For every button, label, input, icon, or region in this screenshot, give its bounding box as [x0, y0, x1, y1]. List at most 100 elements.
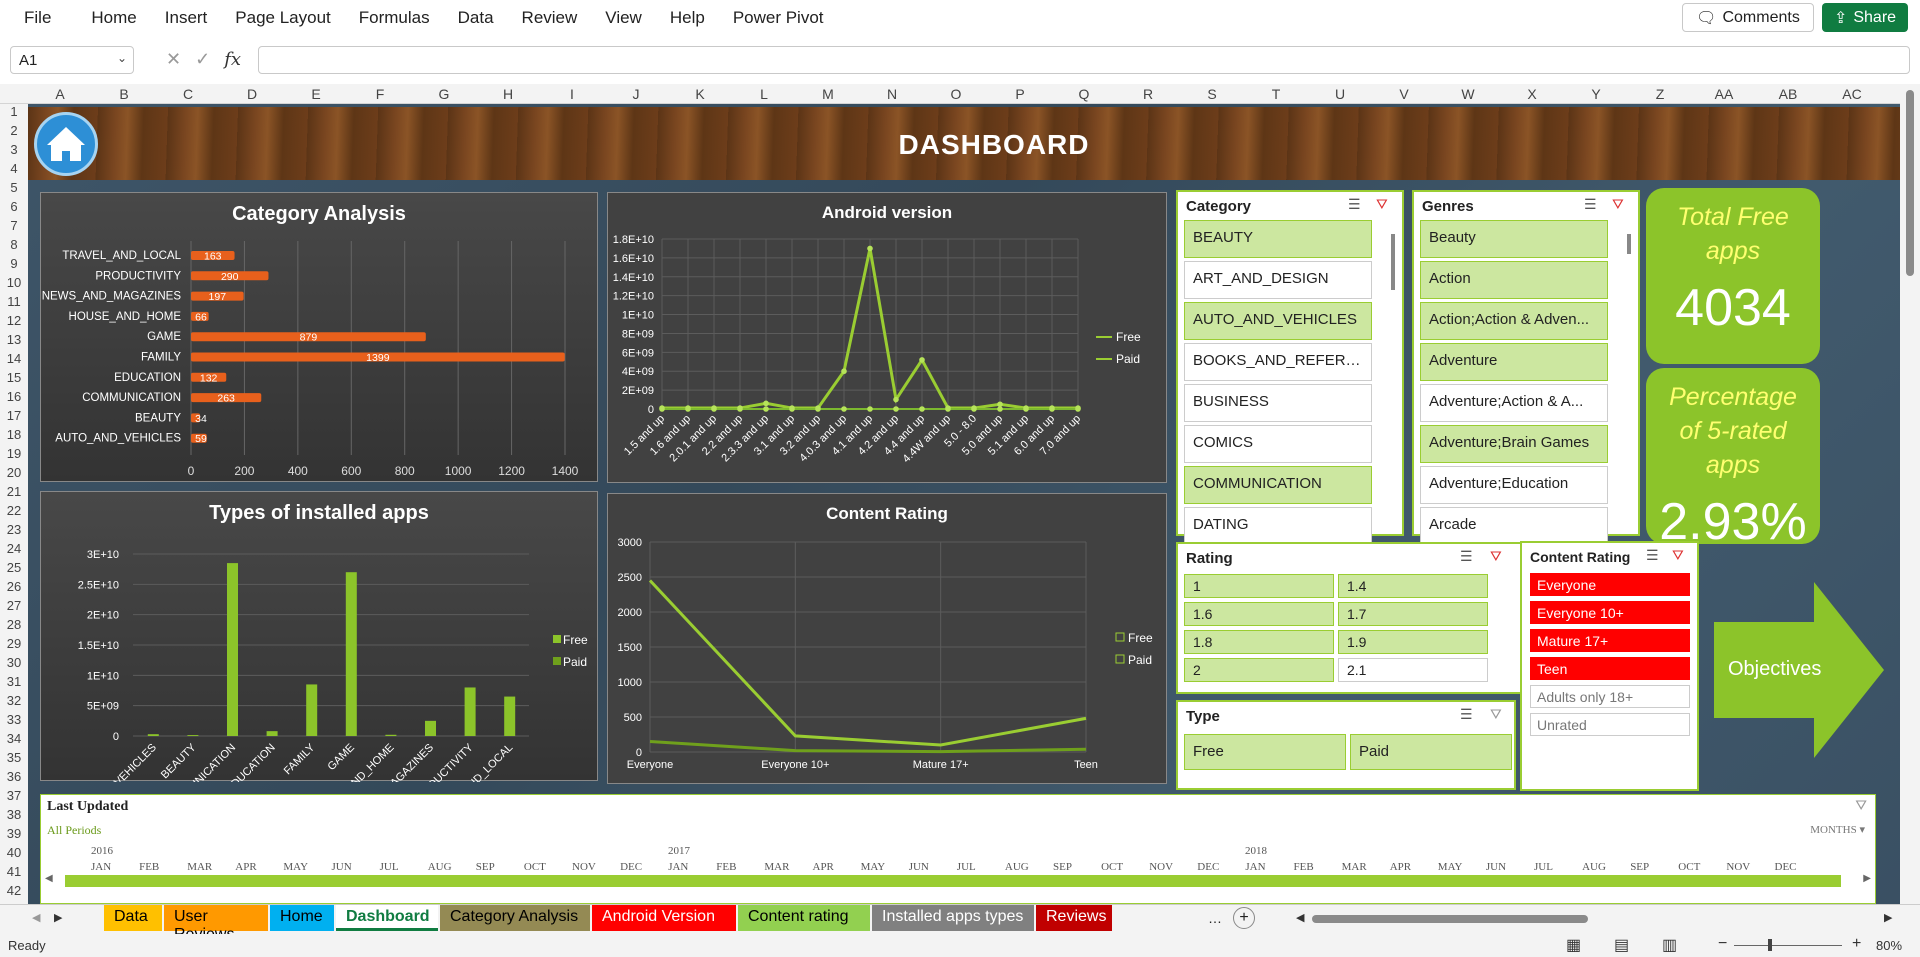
timeline-month[interactable]: JUL [380, 861, 399, 873]
column-header[interactable]: AC [1842, 86, 1861, 102]
column-header[interactable]: Z [1656, 86, 1665, 102]
column-header[interactable]: AA [1715, 86, 1734, 102]
slicer-item[interactable]: ART_AND_DESIGN [1184, 261, 1372, 299]
timeline-month[interactable]: JUN [909, 861, 929, 873]
sheet-tab[interactable]: Android Version [592, 905, 736, 931]
tab-data[interactable]: Data [444, 8, 508, 28]
slicer-item[interactable]: 2 [1184, 658, 1334, 682]
timeline-month[interactable]: AUG [1582, 861, 1606, 873]
scrollbar[interactable] [1627, 234, 1631, 254]
page-break-view-icon[interactable]: ▥ [1662, 935, 1677, 955]
timeline-month[interactable]: DEC [1775, 861, 1797, 873]
slicer-item[interactable]: Adventure;Education [1420, 466, 1608, 504]
zoom-in-icon[interactable]: + [1852, 935, 1861, 953]
slicer-item[interactable]: Beauty [1420, 220, 1608, 258]
column-header[interactable]: O [951, 86, 962, 102]
clear-filter-icon[interactable]: ⛛ [1376, 196, 1388, 213]
column-header[interactable]: L [760, 86, 768, 102]
last-updated-timeline[interactable]: Last Updated ⛛ All Periods MONTHS ▾ 2016… [40, 794, 1876, 904]
column-header[interactable]: W [1461, 86, 1474, 102]
content-rating-filter[interactable]: Content Rating ☰ ⛛ Everyone Everyone 10+ M… [1520, 541, 1699, 791]
slicer-item[interactable]: 1.7 [1338, 602, 1488, 626]
tab-view[interactable]: View [591, 8, 656, 28]
row-header[interactable]: 35 [0, 750, 28, 765]
comments-button[interactable]: 🗨 Comments [1682, 3, 1814, 32]
sheet-tab[interactable]: Installed apps types [872, 905, 1034, 931]
multi-select-icon[interactable]: ☰ [1460, 548, 1473, 565]
multi-select-icon[interactable]: ☰ [1460, 706, 1473, 723]
scroll-left-icon[interactable]: ◀ [45, 873, 53, 884]
slicer-item[interactable]: Adults only 18+ [1530, 685, 1690, 708]
row-header[interactable]: 1 [0, 104, 28, 119]
timeline-level-select[interactable]: MONTHS ▾ [1810, 823, 1865, 836]
row-header[interactable]: 21 [0, 484, 28, 499]
multi-select-icon[interactable]: ☰ [1584, 196, 1597, 213]
column-header[interactable]: X [1527, 86, 1536, 102]
slicer-item[interactable]: Adventure;Brain Games [1420, 425, 1608, 463]
scroll-thumb[interactable] [1906, 90, 1914, 276]
horizontal-scrollbar[interactable] [1312, 915, 1880, 923]
row-header[interactable]: 42 [0, 883, 28, 898]
data-point[interactable] [867, 406, 873, 412]
zoom-out-icon[interactable]: − [1718, 935, 1727, 953]
row-header[interactable]: 13 [0, 332, 28, 347]
timeline-month[interactable]: MAR [1342, 861, 1367, 873]
slicer-item[interactable]: BUSINESS [1184, 384, 1372, 422]
data-point[interactable] [711, 406, 717, 412]
slicer-item[interactable]: Mature 17+ [1530, 629, 1690, 652]
slicer-item[interactable]: 1.9 [1338, 630, 1488, 654]
slicer-item[interactable]: 1 [1184, 574, 1334, 598]
scroll-right-icon[interactable]: ▶ [1884, 911, 1892, 924]
column-header[interactable]: E [311, 86, 320, 102]
slicer-item[interactable]: Free [1184, 734, 1346, 770]
objectives-button[interactable]: Objectives [1714, 582, 1884, 758]
tab-formulas[interactable]: Formulas [345, 8, 444, 28]
slicer-item[interactable]: COMMUNICATION [1184, 466, 1372, 504]
formula-input[interactable] [258, 46, 1910, 74]
row-header[interactable]: 26 [0, 579, 28, 594]
slicer-item[interactable]: Action;Action & Adven... [1420, 302, 1608, 340]
timeline-month[interactable]: DEC [1197, 861, 1219, 873]
timeline-month[interactable]: MAY [1438, 861, 1463, 873]
row-header[interactable]: 24 [0, 541, 28, 556]
scroll-thumb[interactable] [1312, 915, 1588, 923]
slicer-item[interactable]: 2.1 [1338, 658, 1488, 682]
row-header[interactable]: 37 [0, 788, 28, 803]
bar[interactable] [425, 720, 436, 736]
slicer-item[interactable]: Arcade [1420, 507, 1608, 545]
column-header[interactable]: Y [1591, 86, 1600, 102]
data-point[interactable] [841, 406, 847, 412]
timeline-month[interactable]: FEB [1294, 861, 1314, 873]
sheet-tab[interactable]: Data [104, 905, 162, 931]
timeline-month[interactable]: OCT [1101, 861, 1123, 873]
bar[interactable] [464, 687, 476, 736]
data-point[interactable] [1023, 406, 1029, 412]
row-header[interactable]: 23 [0, 522, 28, 537]
row-header[interactable]: 41 [0, 864, 28, 879]
tab-page-layout[interactable]: Page Layout [221, 8, 344, 28]
row-header[interactable]: 12 [0, 313, 28, 328]
column-header[interactable]: Q [1079, 86, 1090, 102]
row-header[interactable]: 10 [0, 275, 28, 290]
slicer-item[interactable]: Unrated [1530, 713, 1690, 736]
slicer-item[interactable]: COMICS [1184, 425, 1372, 463]
slicer-item[interactable]: 1.6 [1184, 602, 1334, 626]
slicer-item[interactable]: Adventure [1420, 343, 1608, 381]
chevron-down-icon[interactable]: ⌄ [117, 51, 127, 65]
column-header[interactable]: D [247, 86, 257, 102]
timeline-month[interactable]: APR [1390, 861, 1411, 873]
column-header[interactable]: K [695, 86, 704, 102]
timeline-month[interactable]: FEB [716, 861, 736, 873]
slicer-item[interactable]: Paid [1350, 734, 1512, 770]
timeline-month[interactable]: APR [813, 861, 834, 873]
page-layout-view-icon[interactable]: ▤ [1614, 935, 1629, 955]
series-line[interactable] [648, 579, 1087, 747]
slicer-item[interactable]: AUTO_AND_VEHICLES [1184, 302, 1372, 340]
data-point[interactable] [971, 406, 977, 412]
timeline-month[interactable]: JAN [91, 861, 111, 873]
row-header[interactable]: 39 [0, 826, 28, 841]
column-header[interactable]: A [55, 86, 64, 102]
clear-filter-icon[interactable]: ⛛ [1672, 547, 1684, 564]
timeline-month[interactable]: MAR [764, 861, 789, 873]
timeline-month[interactable]: JAN [668, 861, 688, 873]
